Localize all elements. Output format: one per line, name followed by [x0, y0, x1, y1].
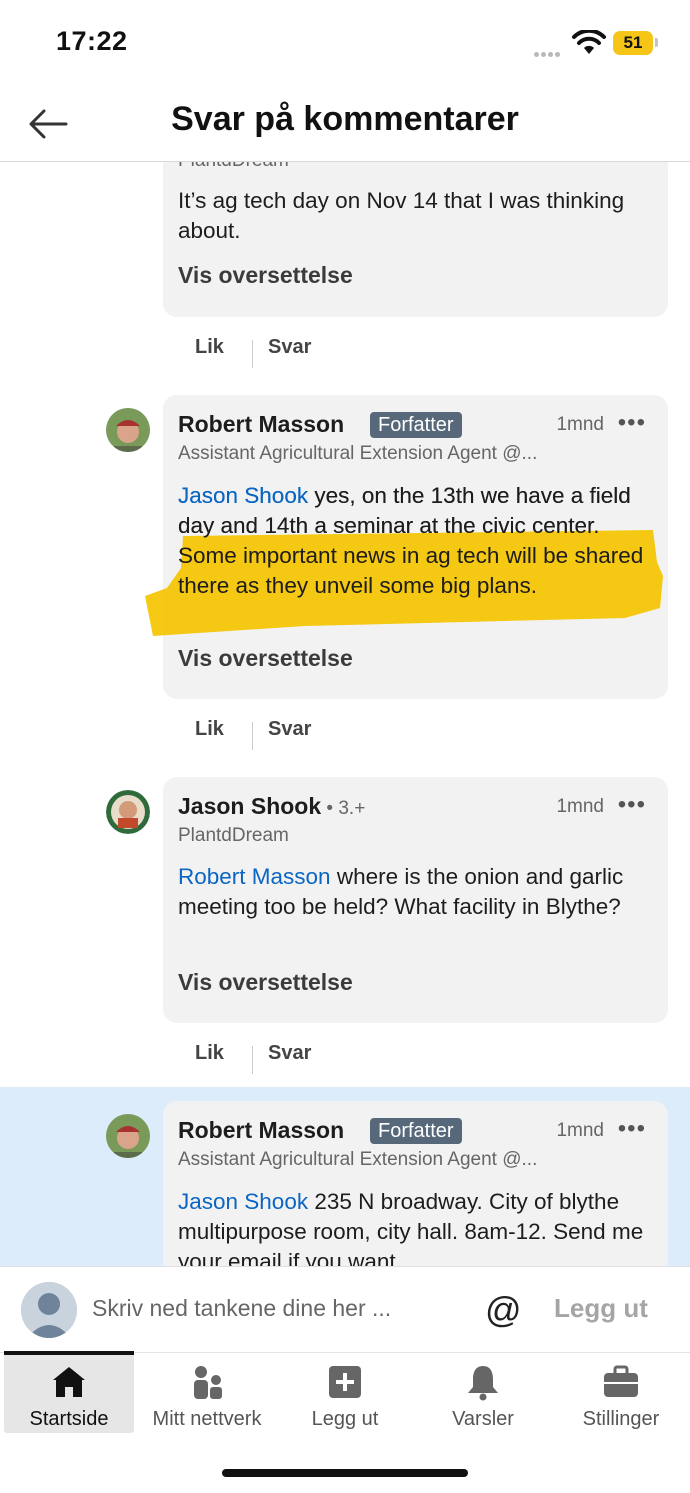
like-button[interactable]: Lik	[195, 1042, 224, 1065]
network-icon	[194, 1366, 222, 1399]
more-options-icon[interactable]: •••	[618, 409, 646, 437]
reply-button[interactable]: Svar	[268, 1042, 311, 1065]
header: Svar på kommentarer	[0, 90, 690, 162]
comment-time: 1mnd	[556, 1120, 604, 1141]
mention-at-button[interactable]: @	[485, 1289, 522, 1331]
comment-input[interactable]: Skriv ned tankene dine her ...	[92, 1295, 391, 1322]
battery-tip	[655, 38, 658, 47]
author-headline: Assistant Agricultural Extension Agent @…	[178, 443, 538, 464]
reply-button[interactable]: Svar	[268, 718, 311, 741]
post-button[interactable]: Legg ut	[554, 1293, 648, 1324]
author-name[interactable]: Jason Shook • 3.+	[178, 793, 365, 820]
tab-home[interactable]: Startside	[4, 1351, 134, 1433]
status-bar: 17:22 51	[0, 0, 690, 90]
tab-label: Stillinger	[582, 1408, 660, 1430]
connection-degree: • 3.+	[321, 798, 366, 819]
author-badge: Forfatter	[370, 412, 462, 438]
status-time: 17:22	[56, 26, 128, 56]
battery-indicator: 51	[613, 31, 653, 55]
tab-post[interactable]: Legg ut	[276, 1353, 414, 1433]
page-title: Svar på kommentarer	[171, 100, 519, 138]
like-button[interactable]: Lik	[195, 336, 224, 359]
avatar[interactable]	[106, 1114, 150, 1158]
like-button[interactable]: Lik	[195, 718, 224, 741]
avatar[interactable]	[106, 408, 150, 452]
more-options-icon[interactable]: •••	[618, 1115, 646, 1143]
author-name[interactable]: Robert Masson	[178, 1117, 344, 1144]
briefcase-icon	[604, 1365, 638, 1397]
home-icon	[53, 1367, 85, 1397]
comment-feed[interactable]: PlantdDream It’s ag tech day on Nov 14 t…	[0, 162, 690, 1266]
tab-jobs[interactable]: Stillinger	[552, 1353, 690, 1433]
translate-button[interactable]: Vis oversettelse	[178, 969, 353, 996]
yellow-highlight-mark	[145, 530, 663, 636]
comment-bubble: Jason Shook • 3.+ 1mnd ••• PlantdDream R…	[163, 777, 668, 1023]
author-name[interactable]: Robert Masson	[178, 411, 344, 438]
comment-text: Robert Masson where is the onion and gar…	[178, 864, 624, 919]
tab-label: Startside	[29, 1408, 109, 1430]
divider	[252, 1046, 253, 1074]
comment-time: 1mnd	[556, 796, 604, 817]
plus-icon	[329, 1366, 361, 1398]
translate-button[interactable]: Vis oversettelse	[178, 645, 353, 672]
comment-bubble: PlantdDream It’s ag tech day on Nov 14 t…	[163, 162, 668, 317]
user-avatar-icon	[21, 1282, 77, 1338]
mention-link[interactable]: Jason Shook	[178, 483, 308, 508]
tab-network[interactable]: Mitt nettverk	[138, 1353, 276, 1433]
translate-button[interactable]: Vis oversettelse	[178, 262, 353, 289]
comment-time: 1mnd	[556, 414, 604, 435]
more-options-icon[interactable]: •••	[618, 791, 646, 819]
tab-label: Legg ut	[311, 1408, 379, 1430]
tab-label: Varsler	[452, 1408, 514, 1430]
mention-link[interactable]: Robert Masson	[178, 864, 331, 889]
avatar[interactable]	[106, 790, 150, 834]
comment-subtitle: PlantdDream	[178, 162, 289, 172]
home-indicator[interactable]	[222, 1469, 468, 1477]
divider	[252, 722, 253, 750]
tab-label: Mitt nettverk	[152, 1408, 262, 1430]
active-tab-indicator	[4, 1351, 134, 1355]
comment-text: It’s ag tech day on Nov 14 that I was th…	[178, 188, 625, 243]
author-badge: Forfatter	[370, 1118, 462, 1144]
tab-notifications[interactable]: Varsler	[414, 1353, 552, 1433]
signal-icon	[534, 44, 568, 57]
comment-composer: Skriv ned tankene dine her ... @ Legg ut	[0, 1266, 690, 1352]
author-headline: PlantdDream	[178, 825, 289, 846]
wifi-icon	[572, 30, 606, 54]
bell-icon	[468, 1366, 498, 1401]
comment-text: Jason Shook 235 N broadway. City of blyt…	[178, 1189, 644, 1266]
divider	[252, 340, 253, 368]
comment-bubble: Robert Masson Forfatter 1mnd ••• Assista…	[163, 1101, 668, 1266]
reply-button[interactable]: Svar	[268, 336, 311, 359]
author-headline: Assistant Agricultural Extension Agent @…	[178, 1149, 538, 1170]
mention-link[interactable]: Jason Shook	[178, 1189, 308, 1214]
